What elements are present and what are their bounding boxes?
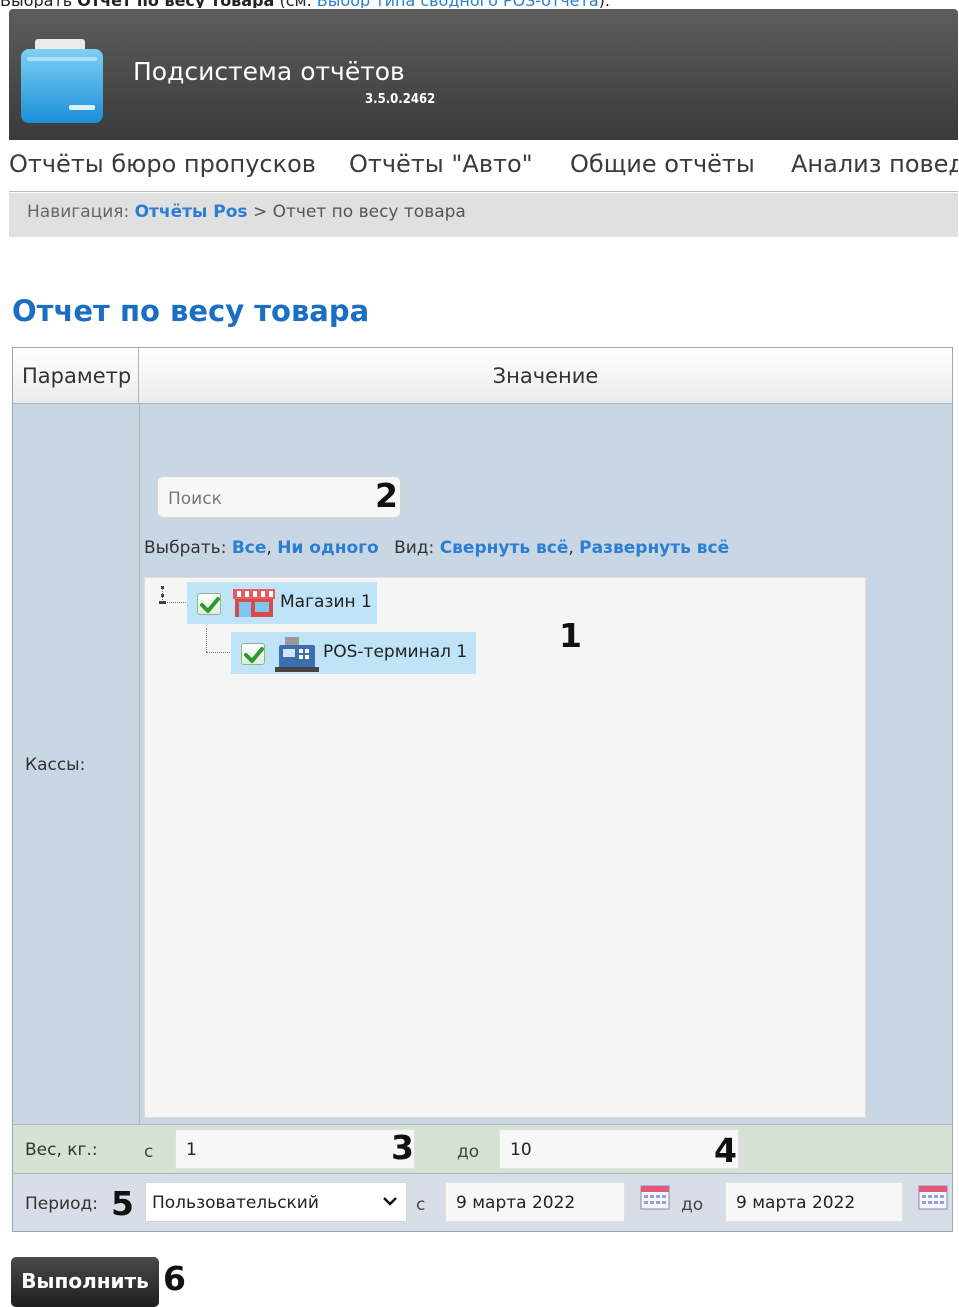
- folder-logo-icon: [21, 39, 103, 123]
- period-from-label: с: [416, 1195, 426, 1215]
- run-button[interactable]: Выполнить: [11, 1257, 159, 1307]
- marker-1: 1: [559, 616, 582, 655]
- pos-terminal-checkbox[interactable]: [241, 643, 265, 665]
- column-divider: [139, 404, 140, 1231]
- checkmark-icon: [244, 647, 264, 663]
- intro-line: Выбрать Отчет по весу товара (см. Выбор …: [0, 0, 959, 8]
- period-select[interactable]: Пользовательский: [145, 1182, 407, 1222]
- params-table: Параметр Значение Кассы: Поиск 2 Выбрать…: [12, 347, 953, 1232]
- tree-node-store-label: Магазин 1: [280, 592, 372, 612]
- app-title: Подсистема отчётов: [133, 57, 405, 86]
- top-nav: Отчёты бюро пропусков Отчёты "Авто" Общи…: [9, 140, 958, 192]
- tree-connector: [206, 652, 230, 653]
- column-header-value: Значение: [492, 364, 599, 388]
- table-header: Параметр Значение: [13, 348, 952, 404]
- breadcrumb-separator: >: [252, 202, 268, 222]
- nav-item-pass-bureau[interactable]: Отчёты бюро пропусков: [9, 150, 316, 178]
- select-comma: ,: [266, 538, 272, 558]
- breadcrumb-current: Отчет по весу товара: [272, 202, 466, 222]
- expand-all-link[interactable]: Развернуть всё: [579, 538, 729, 558]
- marker-3: 3: [391, 1128, 414, 1167]
- period-from-date[interactable]: 9 марта 2022: [445, 1182, 625, 1222]
- select-label: Выбрать:: [144, 538, 227, 558]
- period-to-date[interactable]: 9 марта 2022: [725, 1182, 903, 1222]
- marker-6: 6: [163, 1259, 186, 1298]
- select-row: Выбрать: Все, Ни одного Вид: Свернуть вс…: [144, 538, 729, 558]
- period-to-label: до: [681, 1195, 704, 1215]
- collapse-all-link[interactable]: Свернуть всё: [440, 538, 569, 558]
- store-checkbox[interactable]: [197, 593, 221, 615]
- column-header-param: Параметр: [13, 348, 139, 404]
- breadcrumb: Навигация: Отчёты Pos > Отчет по весу то…: [9, 193, 958, 237]
- weight-from-input[interactable]: 1: [175, 1129, 415, 1169]
- view-comma: ,: [568, 538, 574, 558]
- weight-to-input[interactable]: 10: [499, 1129, 739, 1169]
- period-row: Период: 5 Пользовательский с 9 марта 202…: [13, 1174, 952, 1231]
- checkmark-icon: [200, 597, 220, 613]
- weight-label: Вес, кг.:: [25, 1140, 98, 1160]
- intro-prefix: Выбрать: [0, 0, 72, 8]
- intro-middle: (см.: [279, 0, 311, 8]
- intro-suffix: ).: [599, 0, 610, 8]
- kassy-label: Кассы:: [25, 755, 86, 775]
- breadcrumb-link-pos[interactable]: Отчёты Pos: [135, 202, 248, 222]
- select-all-link[interactable]: Все: [232, 538, 267, 558]
- weight-to-label: до: [457, 1142, 480, 1162]
- nav-item-general[interactable]: Общие отчёты: [570, 150, 755, 178]
- marker-5: 5: [111, 1184, 134, 1223]
- intro-bold: Отчет по весу товара: [77, 0, 274, 8]
- marker-4: 4: [714, 1131, 737, 1170]
- marker-2: 2: [375, 476, 398, 515]
- store-icon: [233, 589, 275, 617]
- calendar-to-icon[interactable]: [918, 1184, 948, 1210]
- calendar-from-icon[interactable]: [640, 1184, 670, 1210]
- breadcrumb-label: Навигация:: [27, 202, 130, 222]
- nav-item-behavior[interactable]: Анализ повед: [791, 150, 958, 178]
- period-select-value: Пользовательский: [152, 1193, 319, 1213]
- tree-connector: [206, 628, 207, 652]
- view-label: Вид:: [394, 538, 435, 558]
- kassy-tree: Магазин 1 POS-терминал 1 1: [144, 577, 866, 1118]
- chevron-down-icon: [383, 1197, 397, 1206]
- app-version: 3.5.0.2462: [365, 92, 436, 107]
- tree-root-icon: [159, 586, 166, 604]
- select-none-link[interactable]: Ни одного: [277, 538, 378, 558]
- period-label: Период:: [25, 1194, 98, 1214]
- nav-item-auto[interactable]: Отчёты "Авто": [349, 150, 533, 178]
- weight-from-label: с: [144, 1142, 154, 1162]
- pos-terminal-icon: [275, 637, 319, 672]
- search-input[interactable]: Поиск: [157, 476, 401, 518]
- tree-node-pos-terminal-label: POS-терминал 1: [323, 642, 468, 662]
- tree-node-store[interactable]: Магазин 1: [187, 582, 377, 624]
- weight-row: Вес, кг.: с 1 3 до 10 4: [13, 1124, 952, 1174]
- intro-link[interactable]: Выбор типа сводного POS-отчета: [317, 0, 599, 8]
- tree-node-pos-terminal[interactable]: POS-терминал 1: [231, 632, 476, 674]
- page-title: Отчет по весу товара: [12, 294, 370, 328]
- app-header: Подсистема отчётов 3.5.0.2462: [9, 9, 958, 140]
